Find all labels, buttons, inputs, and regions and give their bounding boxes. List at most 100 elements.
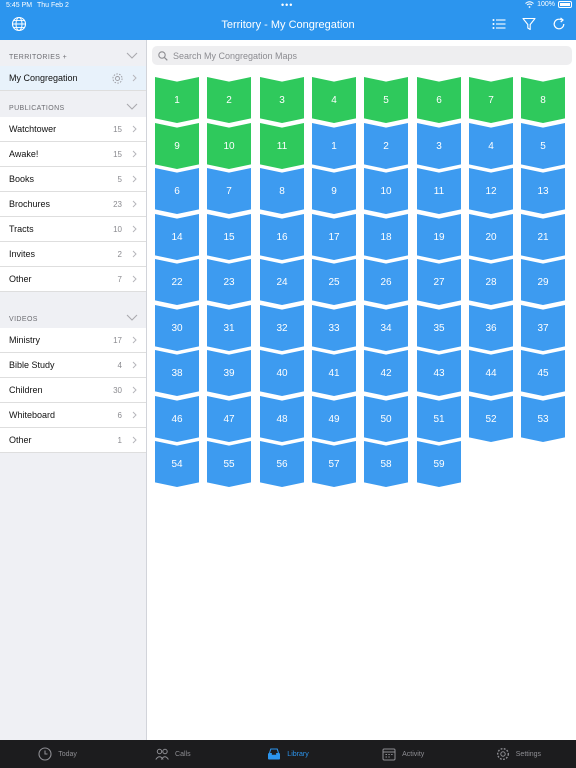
map-tile-green-11[interactable]: 11 <box>260 123 304 169</box>
map-tile-green-6[interactable]: 6 <box>417 77 461 123</box>
map-tile-blue-58[interactable]: 58 <box>364 441 408 487</box>
map-tile-green-3[interactable]: 3 <box>260 77 304 123</box>
map-tile-blue-2[interactable]: 2 <box>364 123 408 169</box>
map-tile-blue-48[interactable]: 48 <box>260 396 304 442</box>
map-tile-blue-4[interactable]: 4 <box>469 123 513 169</box>
sidebar-item-other[interactable]: Other 7 <box>0 267 146 292</box>
chevron-down-icon[interactable] <box>126 52 138 59</box>
map-tile-blue-19[interactable]: 19 <box>417 214 461 260</box>
map-tile-blue-51[interactable]: 51 <box>417 396 461 442</box>
map-tile-blue-12[interactable]: 12 <box>469 168 513 214</box>
map-tile-blue-21[interactable]: 21 <box>521 214 565 260</box>
map-tile-blue-52[interactable]: 52 <box>469 396 513 442</box>
map-tile-blue-18[interactable]: 18 <box>364 214 408 260</box>
sidebar-item-my-congregation[interactable]: My Congregation <box>0 66 146 91</box>
map-tile-blue-29[interactable]: 29 <box>521 259 565 305</box>
sidebar-item-awake[interactable]: Awake! 15 <box>0 142 146 167</box>
map-tile-blue-7[interactable]: 7 <box>207 168 251 214</box>
map-tile-blue-37[interactable]: 37 <box>521 305 565 351</box>
map-tile-blue-25[interactable]: 25 <box>312 259 356 305</box>
map-tile-blue-3[interactable]: 3 <box>417 123 461 169</box>
map-tile-green-7[interactable]: 7 <box>469 77 513 123</box>
map-tile-blue-49[interactable]: 49 <box>312 396 356 442</box>
map-tile-green-4[interactable]: 4 <box>312 77 356 123</box>
map-tile-blue-20[interactable]: 20 <box>469 214 513 260</box>
sidebar-item-brochures[interactable]: Brochures 23 <box>0 192 146 217</box>
map-tile-blue-8[interactable]: 8 <box>260 168 304 214</box>
map-tile-green-10[interactable]: 10 <box>207 123 251 169</box>
map-tile-blue-14[interactable]: 14 <box>155 214 199 260</box>
territories-header[interactable]: TERRITORIES + <box>0 40 146 66</box>
sidebar-item-bible-study[interactable]: Bible Study 4 <box>0 353 146 378</box>
map-tile-blue-35[interactable]: 35 <box>417 305 461 351</box>
map-tile-blue-16[interactable]: 16 <box>260 214 304 260</box>
map-tile-blue-44[interactable]: 44 <box>469 350 513 396</box>
map-tile-blue-32[interactable]: 32 <box>260 305 304 351</box>
sidebar-item-ministry[interactable]: Ministry 17 <box>0 328 146 353</box>
map-tile-blue-23[interactable]: 23 <box>207 259 251 305</box>
map-tile-blue-40[interactable]: 40 <box>260 350 304 396</box>
map-tile-blue-9[interactable]: 9 <box>312 168 356 214</box>
chevron-down-icon[interactable] <box>126 103 138 110</box>
multitasking-dots-icon[interactable]: ••• <box>281 0 293 10</box>
map-tile-green-1[interactable]: 1 <box>155 77 199 123</box>
sidebar-item-invites[interactable]: Invites 2 <box>0 242 146 267</box>
map-tile-green-9[interactable]: 9 <box>155 123 199 169</box>
map-tile-blue-39[interactable]: 39 <box>207 350 251 396</box>
map-tile-blue-33[interactable]: 33 <box>312 305 356 351</box>
sidebar-item-watchtower[interactable]: Watchtower 15 <box>0 117 146 142</box>
map-tile-blue-6[interactable]: 6 <box>155 168 199 214</box>
videos-header[interactable]: VIDEOS <box>0 302 146 328</box>
map-tile-blue-24[interactable]: 24 <box>260 259 304 305</box>
refresh-icon[interactable] <box>552 17 566 31</box>
tab-library[interactable]: Library <box>230 740 345 768</box>
map-tile-blue-15[interactable]: 15 <box>207 214 251 260</box>
map-tile-blue-45[interactable]: 45 <box>521 350 565 396</box>
map-tile-blue-34[interactable]: 34 <box>364 305 408 351</box>
map-tile-blue-59[interactable]: 59 <box>417 441 461 487</box>
map-tile-blue-11[interactable]: 11 <box>417 168 461 214</box>
map-tile-green-8[interactable]: 8 <box>521 77 565 123</box>
map-tile-blue-31[interactable]: 31 <box>207 305 251 351</box>
gear-icon[interactable] <box>111 72 124 85</box>
tab-today[interactable]: Today <box>0 740 115 768</box>
map-tile-blue-55[interactable]: 55 <box>207 441 251 487</box>
tab-activity[interactable]: Activity <box>346 740 461 768</box>
sidebar-item-other[interactable]: Other 1 <box>0 428 146 453</box>
map-tile-blue-27[interactable]: 27 <box>417 259 461 305</box>
map-tile-blue-10[interactable]: 10 <box>364 168 408 214</box>
list-icon[interactable] <box>492 17 506 31</box>
map-tile-blue-43[interactable]: 43 <box>417 350 461 396</box>
map-tile-green-5[interactable]: 5 <box>364 77 408 123</box>
sidebar-item-tracts[interactable]: Tracts 10 <box>0 217 146 242</box>
map-tile-blue-5[interactable]: 5 <box>521 123 565 169</box>
publications-header[interactable]: PUBLICATIONS <box>0 91 146 117</box>
tab-settings[interactable]: Settings <box>461 740 576 768</box>
search-bar[interactable] <box>152 46 572 65</box>
map-tile-blue-28[interactable]: 28 <box>469 259 513 305</box>
map-tile-blue-42[interactable]: 42 <box>364 350 408 396</box>
map-tile-blue-46[interactable]: 46 <box>155 396 199 442</box>
map-tile-blue-36[interactable]: 36 <box>469 305 513 351</box>
sidebar-item-books[interactable]: Books 5 <box>0 167 146 192</box>
map-tile-blue-30[interactable]: 30 <box>155 305 199 351</box>
tab-calls[interactable]: Calls <box>115 740 230 768</box>
sidebar-item-children[interactable]: Children 30 <box>0 378 146 403</box>
map-tile-blue-47[interactable]: 47 <box>207 396 251 442</box>
search-input[interactable] <box>173 50 553 61</box>
chevron-down-icon[interactable] <box>126 314 138 321</box>
map-tile-blue-50[interactable]: 50 <box>364 396 408 442</box>
map-tile-blue-41[interactable]: 41 <box>312 350 356 396</box>
map-tile-green-2[interactable]: 2 <box>207 77 251 123</box>
sidebar-item-whiteboard[interactable]: Whiteboard 6 <box>0 403 146 428</box>
map-tile-blue-54[interactable]: 54 <box>155 441 199 487</box>
map-tile-blue-57[interactable]: 57 <box>312 441 356 487</box>
map-tile-blue-1[interactable]: 1 <box>312 123 356 169</box>
map-tile-blue-53[interactable]: 53 <box>521 396 565 442</box>
map-tile-blue-17[interactable]: 17 <box>312 214 356 260</box>
map-tile-blue-22[interactable]: 22 <box>155 259 199 305</box>
map-tile-blue-26[interactable]: 26 <box>364 259 408 305</box>
map-tile-blue-56[interactable]: 56 <box>260 441 304 487</box>
map-tile-blue-13[interactable]: 13 <box>521 168 565 214</box>
filter-icon[interactable] <box>522 17 536 31</box>
